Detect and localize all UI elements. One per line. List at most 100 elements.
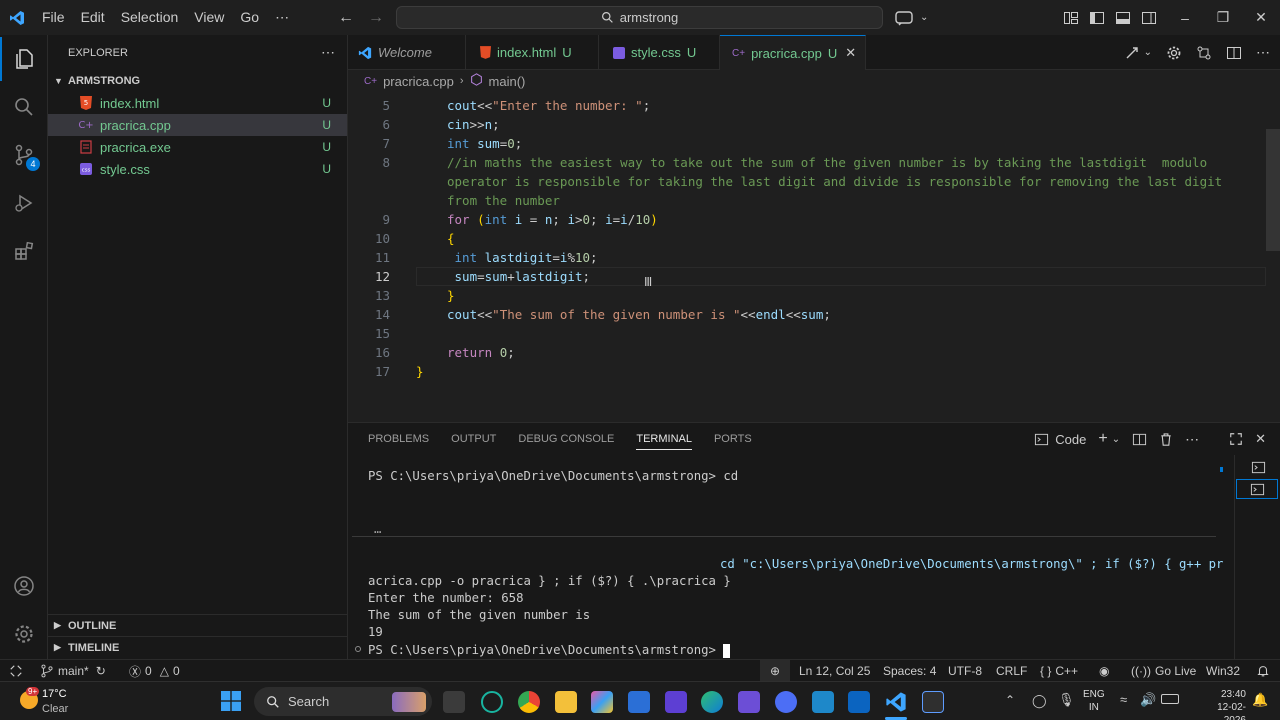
tab-welcome[interactable]: Welcome [348,35,466,70]
accounts-icon[interactable] [0,564,48,608]
wifi-icon[interactable]: ≈ [1120,692,1127,707]
copilot-app-icon[interactable] [481,691,503,713]
close-window-icon[interactable]: ✕ [1242,0,1280,35]
breadcrumb-file[interactable]: pracrica.cpp [383,74,454,89]
platform[interactable]: Win32 [1206,660,1240,682]
microphone-icon[interactable]: 🎙 [1058,692,1075,708]
trash-icon[interactable] [1159,432,1173,447]
office-icon[interactable] [591,691,613,713]
forward-arrow-icon[interactable]: → [368,9,384,27]
language-mode[interactable]: { } C++ [1040,660,1078,682]
vscode-taskbar-icon[interactable] [885,691,907,713]
terminal-instance-icon[interactable] [1249,458,1267,476]
notifications-bell-icon[interactable] [1256,660,1270,682]
file-pracrica-exe[interactable]: pracrica.exe U [48,136,347,158]
menu-selection[interactable]: Selection [113,0,187,35]
close-panel-icon[interactable]: ✕ [1255,431,1266,447]
back-arrow-icon[interactable]: ← [338,9,354,27]
more-actions-icon[interactable]: ⋯ [321,44,335,61]
minimize-icon[interactable]: – [1166,0,1204,35]
chevron-down-icon[interactable]: ⌄ [1144,47,1152,58]
tab-index-html[interactable]: index.html U [466,35,599,70]
settings-gear-icon[interactable] [0,612,48,656]
file-style-css[interactable]: css style.css U [48,158,347,180]
problems-status[interactable]: Ⓧ 0 △ 0 [129,660,180,682]
chrome-icon[interactable] [518,691,540,713]
menu-edit[interactable]: Edit [73,0,113,35]
tab-ports[interactable]: PORTS [714,433,752,445]
chevron-up-icon[interactable]: ⌃ [1005,693,1015,707]
end-of-line[interactable]: CRLF [996,660,1027,682]
tab-problems[interactable]: PROBLEMS [368,433,429,445]
command-center-search[interactable]: armstrong [396,6,883,29]
close-tab-icon[interactable]: ✕ [845,45,856,61]
more-actions-icon[interactable]: ⋯ [1256,44,1270,61]
source-control-icon[interactable]: 4 [0,133,48,177]
breadcrumb-symbol[interactable]: main() [489,74,526,89]
file-explorer-icon[interactable] [555,691,577,713]
discord-icon[interactable] [738,691,760,713]
snipping-tool-icon[interactable] [922,691,944,713]
indentation[interactable]: Spaces: 4 [883,660,936,682]
clock[interactable]: 23:40 12-02-2026 [1200,688,1246,720]
branch-status[interactable]: main* ↻ [40,660,106,682]
battery-icon[interactable] [1161,694,1179,704]
edge-icon[interactable] [701,691,723,713]
maximize-panel-icon[interactable] [1229,432,1243,446]
split-editor-icon[interactable] [1226,45,1242,61]
terminal-prompt-line[interactable]: PS C:\Users\priya\OneDrive\Documents\arm… [368,642,731,659]
tab-terminal[interactable]: TERMINAL [636,433,692,450]
toggle-sidebar-icon[interactable] [1089,10,1105,26]
store-icon[interactable] [628,691,650,713]
volume-icon[interactable]: 🔊 [1140,692,1156,708]
outline-section[interactable]: ▶ OUTLINE [48,614,348,636]
explorer-icon[interactable] [0,37,48,81]
notification-center-icon[interactable]: 🔔 [1252,692,1268,708]
code-editor[interactable]: 5 cout<<"Enter the number: "; 6 cin>>n; 7i… [348,92,1280,422]
compare-changes-icon[interactable] [1196,45,1212,61]
file-pracrica-cpp[interactable]: C+ pracrica.cpp U [48,114,347,136]
cursor-position[interactable]: Ln 12, Col 25 [799,660,870,682]
terminal-profile-label[interactable]: Code [1055,432,1086,447]
go-live-button[interactable]: ((·)) Go Live [1131,660,1196,682]
tab-pracrica-cpp[interactable]: C+ pracrica.cpp U ✕ [720,35,866,70]
editor-scrollbar[interactable] [1266,129,1280,251]
encoding[interactable]: UTF-8 [948,660,982,682]
outlook-icon[interactable] [848,691,870,713]
taskbar-search[interactable]: Search [254,687,432,716]
toggle-secondary-sidebar-icon[interactable] [1141,10,1157,26]
language-indicator[interactable]: ENG IN [1083,688,1105,714]
tab-debug-console[interactable]: DEBUG CONSOLE [518,433,614,445]
copilot-status-icon[interactable]: ◉ [1099,660,1109,682]
folder-armstrong[interactable]: ▼ ARMSTRONG [48,70,347,92]
remote-icon[interactable] [9,660,23,682]
chevron-down-icon[interactable]: ⌄ [1112,434,1120,445]
toggle-panel-icon[interactable] [1115,10,1131,26]
zoom-icon[interactable]: ⊕ [760,660,790,682]
menu-file[interactable]: File [34,0,73,35]
file-index-html[interactable]: 5 index.html U [48,92,347,114]
more-actions-icon[interactable]: ⋯ [1185,431,1199,448]
tray-app-icon[interactable]: ◯ [1032,693,1047,709]
app-icon[interactable] [775,691,797,713]
menu-go[interactable]: Go [232,0,267,35]
weather-widget[interactable]: 9+ 17°C Clear [16,687,111,717]
windows-start-icon[interactable] [221,691,241,714]
run-code-icon[interactable] [1124,45,1140,61]
terminal-instance-active-icon[interactable] [1236,479,1278,499]
gear-icon[interactable] [1166,45,1182,61]
copilot-button[interactable]: ⌄ [894,6,944,29]
restore-icon[interactable]: ❐ [1204,0,1242,35]
tab-output[interactable]: OUTPUT [451,433,496,445]
menu-more[interactable]: ⋯ [267,0,297,35]
new-terminal-icon[interactable]: + [1098,430,1107,448]
menu-view[interactable]: View [186,0,232,35]
tab-style-css[interactable]: style.css U [599,35,720,70]
split-terminal-icon[interactable] [1132,432,1147,447]
timeline-section[interactable]: ▶ TIMELINE [48,636,348,658]
search-sidebar-icon[interactable] [0,85,48,129]
task-view-icon[interactable] [443,691,465,713]
run-debug-icon[interactable] [0,181,48,225]
teams-icon[interactable] [665,691,687,713]
python-icon[interactable] [812,691,834,713]
